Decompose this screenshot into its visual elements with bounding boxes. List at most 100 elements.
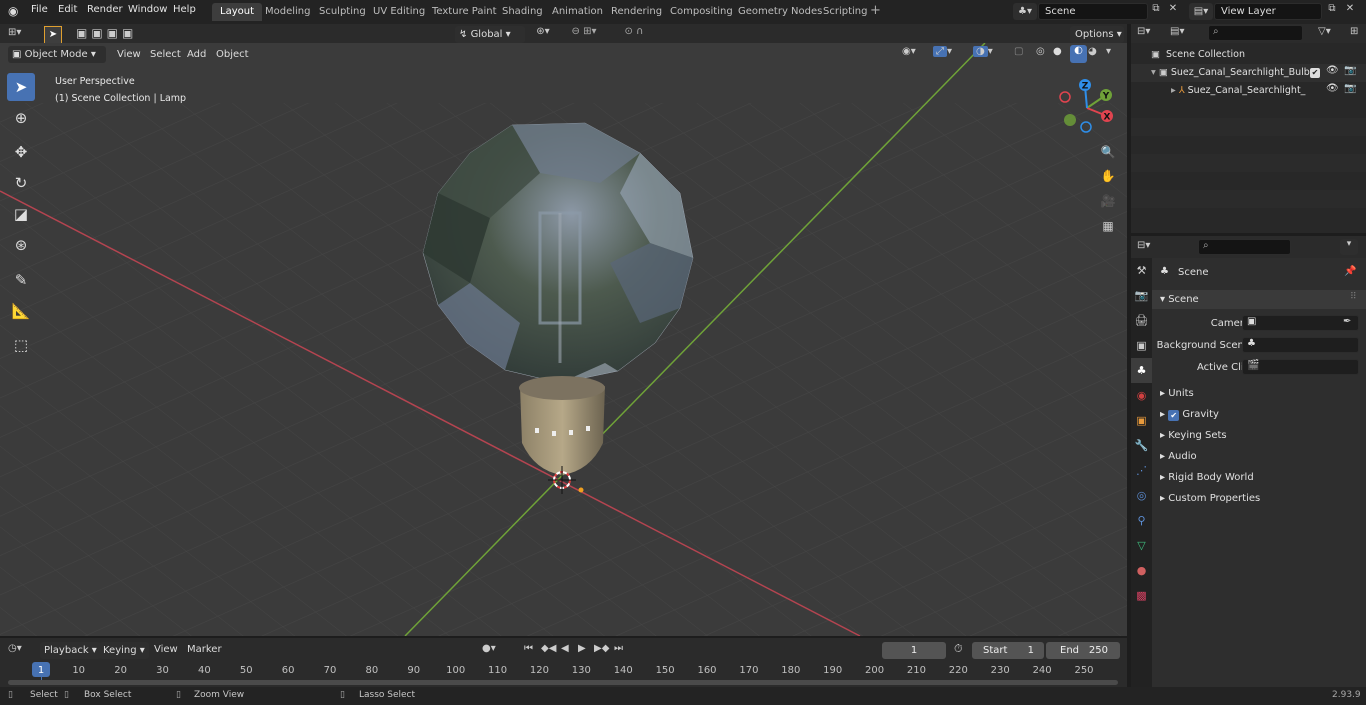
zoom-icon[interactable]: 🔍	[1097, 141, 1119, 163]
cursor-tool-icon[interactable]: ⊕	[7, 104, 35, 132]
menu-window[interactable]: Window	[128, 4, 167, 15]
keying-menu[interactable]: Keying ▾	[99, 642, 149, 659]
scene-selector-icon[interactable]: ♣▾	[1013, 3, 1037, 20]
properties-editor-type-icon[interactable]: ⊟▾	[1137, 240, 1150, 251]
navigation-gizmo[interactable]: Z Y X	[1055, 76, 1119, 140]
start-frame-field[interactable]: Start 1	[972, 642, 1044, 659]
outliner-filter-icon[interactable]: ▽▾	[1318, 26, 1331, 37]
outliner-display-mode-icon[interactable]: ▤▾	[1170, 26, 1184, 37]
scene-close-icon[interactable]: ✕	[1166, 3, 1180, 20]
gizmo-toggle-icon[interactable]: ⤢ ▾	[933, 46, 967, 63]
camera-view-icon[interactable]: 🎥	[1097, 190, 1119, 212]
menu-render[interactable]: Render	[87, 4, 123, 15]
visibility-icon[interactable]: ◉▾	[902, 46, 930, 63]
tab-layout[interactable]: Layout	[212, 3, 262, 21]
menu-help[interactable]: Help	[173, 4, 196, 15]
rotate-tool-icon[interactable]: ↻	[7, 169, 35, 197]
select-box-tool-icon[interactable]: ➤	[7, 73, 35, 101]
jump-start-icon[interactable]: ⏮	[524, 643, 533, 654]
select-mode-icons[interactable]: ▣▣▣▣	[76, 26, 162, 43]
rigid-body-world-panel[interactable]: ▸ Rigid Body World	[1160, 467, 1360, 488]
measure-tool-icon[interactable]: 📐	[7, 297, 35, 325]
pivot-icon[interactable]: ⊛▾	[532, 26, 554, 43]
tab-texture-paint[interactable]: Texture Paint	[424, 3, 505, 21]
shading-wireframe-icon[interactable]: ◎	[1036, 46, 1052, 63]
next-keyframe-icon[interactable]: ▶◆	[594, 643, 609, 654]
overlay-toggle-icon[interactable]: ◑ ▾	[973, 46, 1007, 63]
viewport-menu-select[interactable]: Select	[150, 46, 181, 63]
shading-material-icon[interactable]: ◐	[1070, 45, 1087, 63]
tab-scripting[interactable]: Scripting	[815, 3, 875, 21]
active-clip-field[interactable]	[1242, 359, 1359, 375]
tab-rendering[interactable]: Rendering	[603, 3, 670, 21]
view-layer-name-field[interactable]: View Layer	[1214, 3, 1322, 20]
panel-drag-handle-icon[interactable]: ⠿	[1350, 292, 1357, 302]
viewport-menu-add[interactable]: Add	[187, 46, 206, 63]
tab-modeling[interactable]: Modeling	[257, 3, 319, 21]
tab-compositing[interactable]: Compositing	[662, 3, 741, 21]
view-layer-tab-icon[interactable]: ▣	[1131, 333, 1152, 358]
keying-sets-panel[interactable]: ▸ Keying Sets	[1160, 425, 1360, 446]
scene-panel-title[interactable]: ▾ Scene	[1160, 294, 1199, 305]
pin-icon[interactable]: 📌	[1344, 266, 1356, 277]
xray-icon[interactable]: ▢	[1014, 46, 1030, 63]
select-tool-icon[interactable]: ➤	[44, 26, 62, 44]
shading-rendered-icon[interactable]: ◕	[1088, 46, 1104, 63]
data-tab-icon[interactable]: ▽	[1131, 533, 1152, 558]
prev-keyframe-icon[interactable]: ◆◀	[541, 643, 556, 654]
jump-end-icon[interactable]: ⏭	[614, 643, 623, 654]
snap-icon[interactable]: ⊖ ⊞▾	[562, 26, 606, 43]
constraints-tab-icon[interactable]: ⚲	[1131, 508, 1152, 533]
expand-arrow-icon[interactable]: ▸	[1171, 85, 1176, 96]
tab-animation[interactable]: Animation	[544, 3, 611, 21]
render-camera-icon[interactable]: 📷	[1344, 83, 1356, 94]
blender-logo-icon[interactable]: ◉	[8, 4, 24, 20]
properties-search-field[interactable]	[1198, 239, 1291, 255]
tab-uv-editing[interactable]: UV Editing	[365, 3, 433, 21]
new-collection-icon[interactable]: ⊞	[1350, 26, 1358, 37]
preview-range-icon[interactable]: ⏱	[954, 642, 963, 656]
physics-tab-icon[interactable]: ◎	[1131, 483, 1152, 508]
modifiers-tab-icon[interactable]: 🔧	[1131, 433, 1152, 458]
eyedropper-icon[interactable]: ✒	[1343, 316, 1351, 327]
outliner-editor-type-icon[interactable]: ⊟▾	[1137, 26, 1150, 37]
add-cube-tool-icon[interactable]: ⬚	[7, 331, 35, 359]
view-layer-copy-icon[interactable]: ⧉	[1324, 3, 1340, 20]
properties-options-icon[interactable]: ▾	[1340, 239, 1358, 255]
perspective-toggle-icon[interactable]: ▦	[1097, 215, 1119, 237]
3d-viewport[interactable]: User Perspective (1) Scene Collection | …	[0, 43, 1127, 636]
view-layer-selector-icon[interactable]: ▤▾	[1189, 3, 1213, 20]
object-tab-icon[interactable]: ▣	[1131, 408, 1152, 433]
editor-type-icon[interactable]: ⊞▾	[8, 27, 34, 43]
transform-tool-icon[interactable]: ⊛	[7, 231, 35, 259]
shading-options-icon[interactable]: ▾	[1106, 46, 1120, 63]
outliner-search-field[interactable]	[1208, 25, 1303, 41]
render-camera-icon[interactable]: 📷	[1344, 65, 1356, 76]
custom-properties-panel[interactable]: ▸ Custom Properties	[1160, 488, 1360, 509]
material-tab-icon[interactable]: ●	[1131, 558, 1152, 583]
viewport-menu-view[interactable]: View	[117, 46, 141, 63]
world-tab-icon[interactable]: ◉	[1131, 383, 1152, 408]
render-tab-icon[interactable]: 📷	[1131, 283, 1152, 308]
scene-copy-icon[interactable]: ⧉	[1148, 3, 1164, 20]
tool-tab-icon[interactable]: ⚒	[1131, 258, 1152, 283]
scale-tool-icon[interactable]: ◪	[7, 200, 35, 228]
units-panel[interactable]: ▸ Units	[1160, 383, 1360, 404]
play-icon[interactable]: ▶	[578, 643, 586, 654]
play-reverse-icon[interactable]: ◀	[561, 643, 569, 654]
tab-shading[interactable]: Shading	[494, 3, 551, 21]
orientation-dropdown[interactable]: ↯ Global ▾	[455, 26, 525, 43]
visibility-eye-icon[interactable]: 👁	[1326, 83, 1339, 94]
background-scene-field[interactable]	[1242, 337, 1359, 353]
current-frame-field[interactable]: 1	[882, 642, 946, 659]
add-workspace-icon[interactable]: +	[870, 4, 884, 18]
camera-field[interactable]	[1242, 315, 1359, 331]
record-icon[interactable]: ●▾	[482, 643, 496, 654]
exclude-checkbox[interactable]: ✔	[1310, 68, 1320, 78]
output-tab-icon[interactable]: 🖨	[1131, 308, 1152, 333]
timeline-view-menu[interactable]: View	[154, 644, 178, 655]
annotate-tool-icon[interactable]: ✎	[7, 266, 35, 294]
end-frame-field[interactable]: End 250	[1046, 642, 1120, 659]
visibility-eye-icon[interactable]: 👁	[1326, 65, 1339, 76]
gravity-checkbox[interactable]: ✔	[1168, 410, 1180, 421]
